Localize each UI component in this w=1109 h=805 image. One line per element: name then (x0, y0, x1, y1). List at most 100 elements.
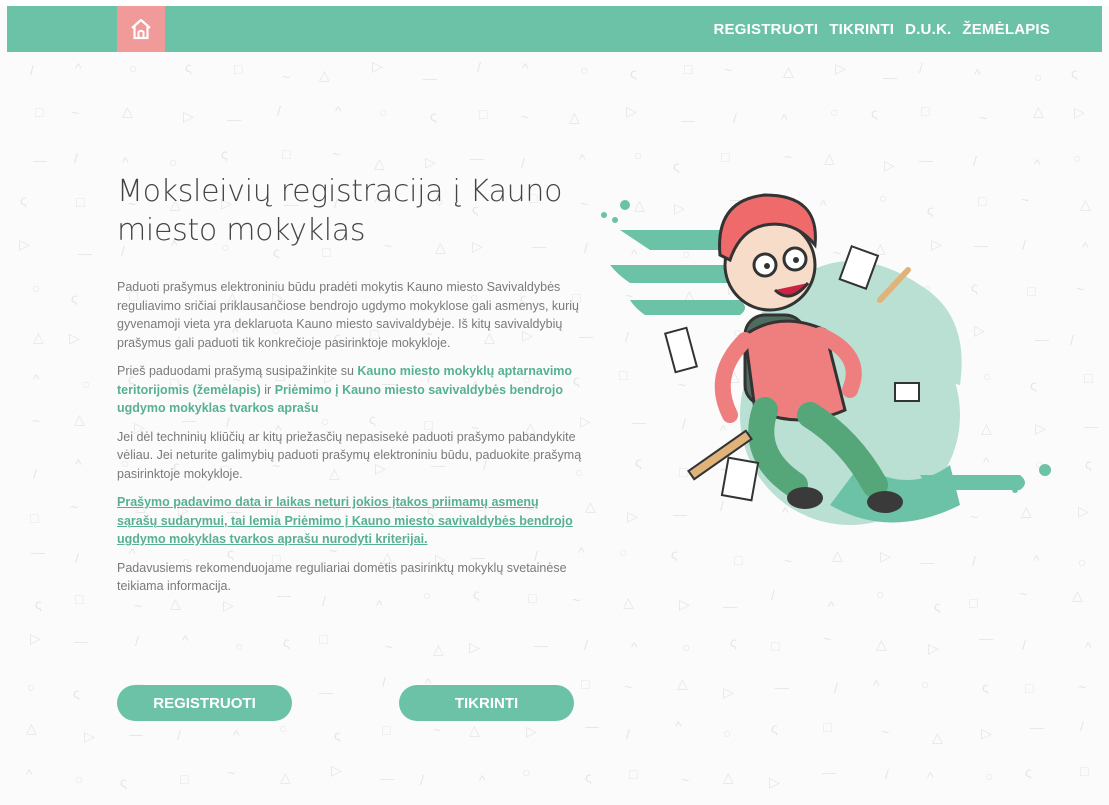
pattern-glyph: △ (1072, 587, 1083, 603)
pattern-glyph: ς (730, 634, 737, 650)
pattern-glyph: ^ (522, 60, 529, 76)
nav-duk[interactable]: D.U.K. (905, 21, 951, 38)
pattern-glyph: / (1080, 718, 1084, 734)
notice-link[interactable]: Prašymo padavimo data ir laikas neturi j… (117, 493, 582, 549)
pattern-glyph: ▷ (928, 640, 939, 656)
pattern-glyph: ~ (823, 631, 832, 647)
pattern-glyph: ○ (876, 586, 885, 602)
pattern-glyph: ^ (75, 456, 82, 472)
pattern-glyph: △ (569, 109, 580, 125)
pattern-glyph: ○ (1034, 69, 1043, 85)
pattern-glyph: ^ (1085, 639, 1092, 655)
pattern-glyph: — (883, 69, 897, 85)
pattern-glyph: ^ (1033, 552, 1040, 568)
pattern-glyph: △ (319, 67, 330, 83)
pattern-glyph: ς (982, 679, 989, 695)
pattern-glyph: ~ (784, 149, 793, 165)
pattern-glyph: ς (1071, 65, 1078, 81)
register-button[interactable]: REGISTRUOTI (117, 685, 292, 721)
pattern-glyph: — (775, 679, 789, 695)
pattern-glyph: — (920, 554, 934, 570)
pattern-glyph: — (979, 630, 993, 646)
pattern-glyph: ^ (182, 632, 189, 648)
pattern-glyph: □ (382, 722, 391, 738)
pattern-glyph: ς (283, 634, 290, 650)
pattern-glyph: ς (1085, 456, 1092, 472)
pattern-glyph: — (74, 633, 88, 649)
pattern-glyph: ○ (279, 720, 288, 736)
pattern-glyph: / (382, 674, 386, 690)
pattern-glyph: ○ (985, 768, 994, 784)
pattern-glyph: □ (969, 595, 978, 611)
pattern-glyph: □ (1025, 680, 1034, 696)
pattern-glyph: △ (280, 769, 291, 785)
pattern-glyph: ς (334, 727, 341, 743)
pattern-glyph: ^ (631, 639, 638, 655)
pattern-glyph: △ (623, 594, 634, 610)
technical-note: Jei dėl techninių kliūčių ar kitų prieža… (117, 429, 582, 481)
pattern-glyph: □ (30, 510, 39, 526)
pattern-glyph: ^ (974, 66, 981, 82)
pattern-glyph: △ (783, 63, 794, 79)
pattern-glyph: ς (771, 720, 778, 736)
pattern-glyph: ▷ (372, 58, 383, 74)
pattern-glyph: ~ (521, 109, 530, 125)
pattern-glyph: △ (122, 103, 133, 119)
pattern-glyph: □ (479, 106, 488, 122)
pattern-glyph: ς (630, 65, 637, 81)
pattern-glyph: — (1084, 418, 1098, 434)
pattern-glyph: ς (185, 59, 192, 75)
pattern-glyph: □ (1080, 763, 1089, 779)
pattern-glyph: ▷ (183, 108, 194, 124)
pattern-glyph: ○ (580, 62, 589, 78)
pattern-glyph: — (380, 770, 394, 786)
pattern-glyph: — (31, 544, 45, 560)
pattern-glyph: ς (1025, 764, 1032, 780)
pattern-glyph: ^ (1082, 239, 1089, 255)
pattern-glyph: ^ (781, 111, 788, 127)
recommendation-text: Padavusiems rekomenduojame reguliariai d… (117, 560, 567, 594)
pattern-glyph: / (584, 240, 588, 256)
pattern-glyph: △ (170, 595, 181, 611)
pattern-glyph: ○ (32, 280, 41, 296)
pattern-glyph: / (33, 466, 37, 482)
pattern-glyph: ^ (75, 60, 82, 76)
nav-zemelapis[interactable]: ŽEMĖLAPIS (962, 21, 1050, 38)
pattern-glyph: — (470, 150, 484, 166)
pattern-glyph: ~ (881, 724, 890, 740)
pattern-glyph: — (585, 718, 599, 734)
pattern-glyph: ○ (682, 639, 691, 655)
pattern-glyph: ○ (75, 771, 84, 787)
pattern-glyph: ~ (979, 110, 988, 126)
pattern-glyph: △ (876, 636, 887, 652)
pattern-glyph: □ (1084, 370, 1093, 386)
pattern-glyph: ▷ (1074, 104, 1085, 120)
pattern-glyph: ▷ (1078, 503, 1089, 519)
pattern-glyph: ~ (32, 413, 41, 429)
pattern-glyph: / (626, 726, 630, 742)
pattern-glyph: ς (585, 769, 592, 785)
pattern-glyph: ^ (675, 718, 682, 734)
pattern-glyph: — (822, 764, 836, 780)
notice-link-text[interactable]: Prašymo padavimo data ir laikas neturi j… (117, 495, 573, 546)
pattern-glyph: / (885, 766, 889, 782)
pattern-glyph: ▷ (425, 154, 436, 170)
check-button[interactable]: TIKRINTI (399, 685, 574, 721)
nav-tikrinti[interactable]: TIKRINTI (829, 21, 894, 38)
pattern-glyph: ○ (1078, 554, 1087, 570)
pattern-glyph: ▷ (626, 103, 637, 119)
pattern-glyph: △ (26, 720, 37, 736)
pattern-glyph: □ (823, 719, 832, 735)
pattern-glyph: ^ (335, 103, 342, 119)
pattern-glyph: ς (71, 290, 78, 306)
home-button[interactable] (117, 6, 165, 52)
pattern-glyph: ○ (129, 60, 138, 76)
nav-registruoti[interactable]: REGISTRUOTI (714, 21, 819, 38)
pattern-glyph: / (733, 110, 737, 126)
pattern-glyph: △ (1033, 103, 1044, 119)
pattern-glyph: ▷ (769, 774, 780, 790)
pattern-glyph: ○ (921, 676, 930, 692)
pattern-glyph: / (584, 637, 588, 653)
pattern-glyph: ~ (385, 639, 394, 655)
pattern-glyph: △ (74, 411, 85, 427)
